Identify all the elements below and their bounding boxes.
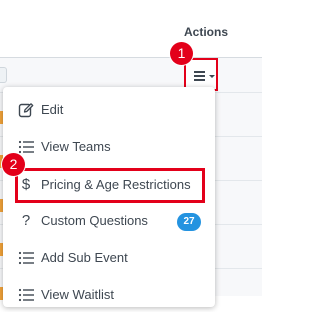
menu-item-view-teams[interactable]: View Teams <box>3 130 215 164</box>
question-icon: ? <box>21 212 31 229</box>
menu-item-edit[interactable]: Edit <box>3 93 215 127</box>
table-header: Actions <box>0 0 262 58</box>
menu-item-label: Custom Questions <box>41 213 148 228</box>
edit-icon <box>18 103 34 118</box>
questions-count-badge: 27 <box>177 213 201 231</box>
menu-item-label: View Teams <box>41 139 111 154</box>
menu-item-custom-questions[interactable]: ? Custom Questions 27 <box>3 204 215 238</box>
actions-column-header: Actions <box>183 25 228 39</box>
menu-item-add-sub-event[interactable]: Add Sub Event <box>3 241 215 275</box>
dollar-icon: $ <box>21 176 31 193</box>
menu-item-view-waitlist[interactable]: View Waitlist <box>3 278 215 312</box>
menu-item-label: Add Sub Event <box>41 250 128 265</box>
hamburger-menu-icon <box>194 71 205 81</box>
menu-item-pricing-age-restrictions[interactable]: $ Pricing & Age Restrictions <box>3 168 215 202</box>
menu-item-label: Pricing & Age Restrictions <box>41 177 191 192</box>
actions-dropdown-menu: Edit View Teams $ Pricing & Age Restrict… <box>3 87 215 307</box>
menu-item-label: Edit <box>41 102 64 117</box>
row-chip <box>0 67 7 83</box>
menu-item-label: View Waitlist <box>41 287 114 302</box>
step-1-annotation: 1 <box>170 42 193 65</box>
list-icon <box>18 251 34 265</box>
caret-down-icon <box>209 75 215 78</box>
step-2-annotation: 2 <box>2 153 25 176</box>
list-icon <box>18 288 34 302</box>
list-icon <box>18 140 34 154</box>
